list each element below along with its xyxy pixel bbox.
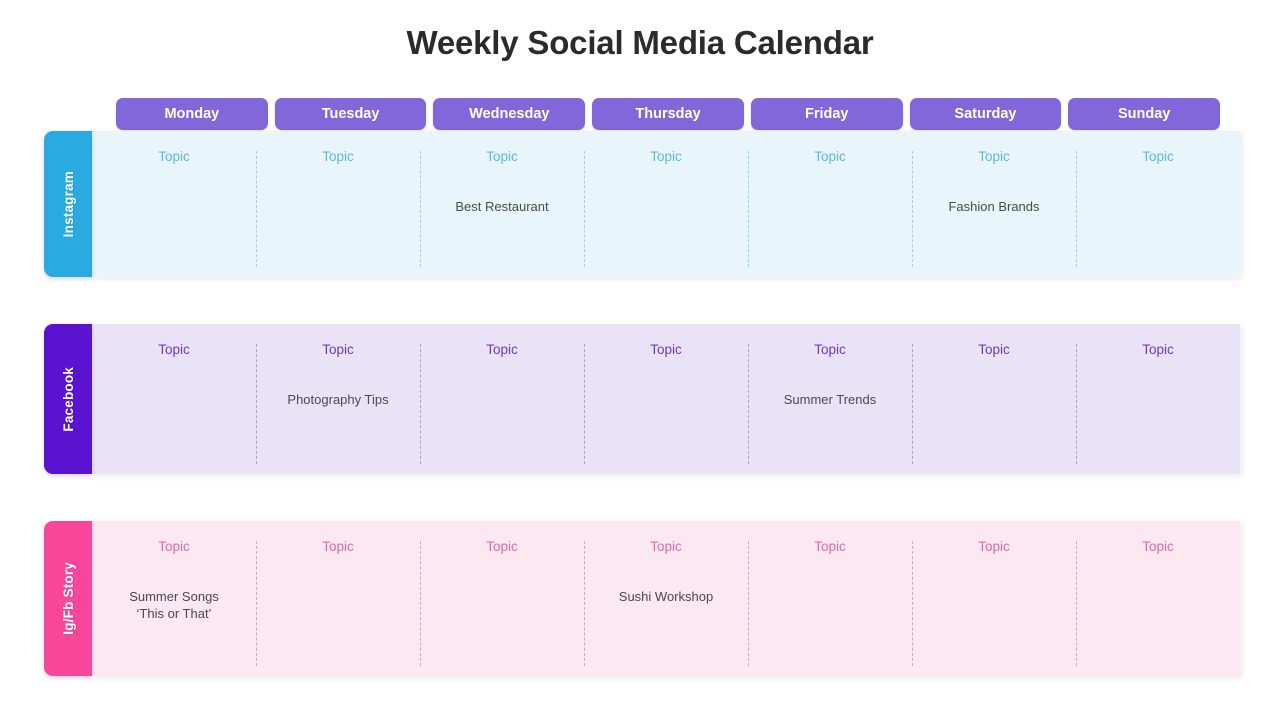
- day-header-label: Friday: [804, 106, 849, 122]
- cell-topic-label: Topic: [1142, 539, 1174, 554]
- calendar-cell-instagram-thursday[interactable]: Topic: [584, 131, 748, 277]
- cell-topic-label: Topic: [158, 149, 190, 164]
- platform-row-instagram: Instagram Topic Topic Topic Best Restaur…: [44, 131, 1240, 277]
- cell-entry-text: [256, 588, 420, 605]
- cell-entry-text: Summer Trends: [783, 391, 877, 407]
- cell-topic-label: Topic: [158, 342, 190, 357]
- day-header-label: Thursday: [635, 106, 701, 122]
- day-header-friday[interactable]: Friday: [750, 98, 903, 130]
- day-header-wednesday[interactable]: Wednesday: [433, 98, 586, 130]
- day-header-label: Monday: [164, 106, 220, 122]
- platform-tab-label: Facebook: [60, 366, 76, 432]
- platform-row-cells: Topic Summer Songs ‘This or That’ Topic …: [92, 521, 1240, 676]
- row-spacer: [44, 474, 1240, 521]
- calendar-grid: Instagram Topic Topic Topic Best Restaur…: [44, 131, 1240, 676]
- cell-topic-label: Topic: [650, 149, 682, 164]
- calendar-cell-instagram-tuesday[interactable]: Topic: [256, 131, 420, 277]
- page-title: Weekly Social Media Calendar: [406, 24, 874, 61]
- day-header-monday[interactable]: Monday: [116, 98, 268, 130]
- platform-tab-facebook[interactable]: Facebook: [44, 324, 92, 474]
- day-header-sunday[interactable]: Sunday: [1068, 98, 1221, 130]
- cell-entry-text: [92, 391, 256, 408]
- platform-tab-label: Instagram: [60, 170, 76, 238]
- calendar-cell-instagram-saturday[interactable]: Topic Fashion Brands: [912, 131, 1076, 277]
- cell-topic-label: Topic: [814, 149, 846, 164]
- cell-entry-text: Photography Tips: [287, 391, 389, 407]
- calendar-cell-instagram-wednesday[interactable]: Topic Best Restaurant: [420, 131, 584, 277]
- day-header-label: Saturday: [954, 106, 1017, 122]
- cell-topic-label: Topic: [978, 149, 1010, 164]
- platform-tab-story[interactable]: Ig/Fb Story: [44, 521, 92, 676]
- calendar-cell-instagram-friday[interactable]: Topic: [748, 131, 912, 277]
- cell-topic-label: Topic: [814, 539, 846, 554]
- platform-tab-label: Ig/Fb Story: [60, 562, 76, 635]
- cell-entry-text: [256, 198, 420, 215]
- calendar-cell-facebook-thursday[interactable]: Topic: [584, 324, 748, 474]
- cell-topic-label: Topic: [978, 539, 1010, 554]
- cell-entry-text: [748, 588, 912, 605]
- calendar-cell-instagram-monday[interactable]: Topic: [92, 131, 256, 277]
- day-header-label: Tuesday: [321, 106, 380, 122]
- calendar-cell-story-thursday[interactable]: Topic Sushi Workshop: [584, 521, 748, 676]
- cell-entry-text: Fashion Brands: [948, 198, 1040, 214]
- day-header-thursday[interactable]: Thursday: [592, 98, 744, 130]
- cell-entry-text: [748, 198, 912, 215]
- calendar-cell-story-tuesday[interactable]: Topic: [256, 521, 420, 676]
- calendar-cell-story-friday[interactable]: Topic: [748, 521, 912, 676]
- cell-entry-text: [912, 588, 1076, 605]
- day-header-saturday[interactable]: Saturday: [909, 98, 1062, 130]
- cell-topic-label: Topic: [322, 342, 354, 357]
- cell-entry-text: [420, 588, 584, 605]
- calendar-cell-story-saturday[interactable]: Topic: [912, 521, 1076, 676]
- cell-entry-text: Summer Songs ‘This or That’: [129, 588, 219, 622]
- cell-topic-label: Topic: [486, 342, 518, 357]
- cell-entry-text: Sushi Workshop: [618, 588, 714, 604]
- calendar-cell-story-wednesday[interactable]: Topic: [420, 521, 584, 676]
- cell-entry-text: [420, 391, 584, 408]
- cell-topic-label: Topic: [1142, 149, 1174, 164]
- calendar-cell-facebook-saturday[interactable]: Topic: [912, 324, 1076, 474]
- cell-entry-text: [584, 391, 748, 408]
- weekly-social-media-calendar-slide: Weekly Social Media Calendar Monday Tues…: [0, 0, 1280, 720]
- platform-row-story: Ig/Fb Story Topic Summer Songs ‘This or …: [44, 521, 1240, 676]
- platform-tab-instagram[interactable]: Instagram: [44, 131, 92, 277]
- cell-entry-text: [584, 198, 748, 215]
- calendar-cell-instagram-sunday[interactable]: Topic: [1076, 131, 1240, 277]
- cell-entry-text: [1076, 391, 1240, 408]
- calendar-cell-facebook-friday[interactable]: Topic Summer Trends: [748, 324, 912, 474]
- calendar-cell-story-monday[interactable]: Topic Summer Songs ‘This or That’: [92, 521, 256, 676]
- cell-entry-text: [92, 198, 256, 215]
- cell-entry-text: [912, 391, 1076, 408]
- calendar-cell-facebook-sunday[interactable]: Topic: [1076, 324, 1240, 474]
- cell-entry-text: [1076, 588, 1240, 605]
- cell-entry-text: [1076, 198, 1240, 215]
- day-header-label: Sunday: [1117, 106, 1171, 122]
- cell-topic-label: Topic: [814, 342, 846, 357]
- platform-row-cells: Topic Topic Topic Best Restaurant Topic …: [92, 131, 1240, 277]
- day-header-row: Monday Tuesday Wednesday Thursday Friday…: [116, 98, 1221, 130]
- platform-row-cells: Topic Topic Photography Tips Topic Topic…: [92, 324, 1240, 474]
- cell-entry-text: Best Restaurant: [455, 198, 549, 214]
- calendar-cell-story-sunday[interactable]: Topic: [1076, 521, 1240, 676]
- calendar-cell-facebook-tuesday[interactable]: Topic Photography Tips: [256, 324, 420, 474]
- day-header-label: Wednesday: [469, 106, 550, 122]
- cell-topic-label: Topic: [158, 539, 190, 554]
- cell-topic-label: Topic: [1142, 342, 1174, 357]
- cell-topic-label: Topic: [322, 149, 354, 164]
- cell-topic-label: Topic: [650, 342, 682, 357]
- cell-topic-label: Topic: [978, 342, 1010, 357]
- day-header-tuesday[interactable]: Tuesday: [274, 98, 427, 130]
- cell-topic-label: Topic: [486, 149, 518, 164]
- cell-topic-label: Topic: [322, 539, 354, 554]
- platform-row-facebook: Facebook Topic Topic Photography Tips To…: [44, 324, 1240, 474]
- cell-topic-label: Topic: [486, 539, 518, 554]
- row-spacer: [44, 277, 1240, 324]
- calendar-cell-facebook-wednesday[interactable]: Topic: [420, 324, 584, 474]
- calendar-cell-facebook-monday[interactable]: Topic: [92, 324, 256, 474]
- cell-topic-label: Topic: [650, 539, 682, 554]
